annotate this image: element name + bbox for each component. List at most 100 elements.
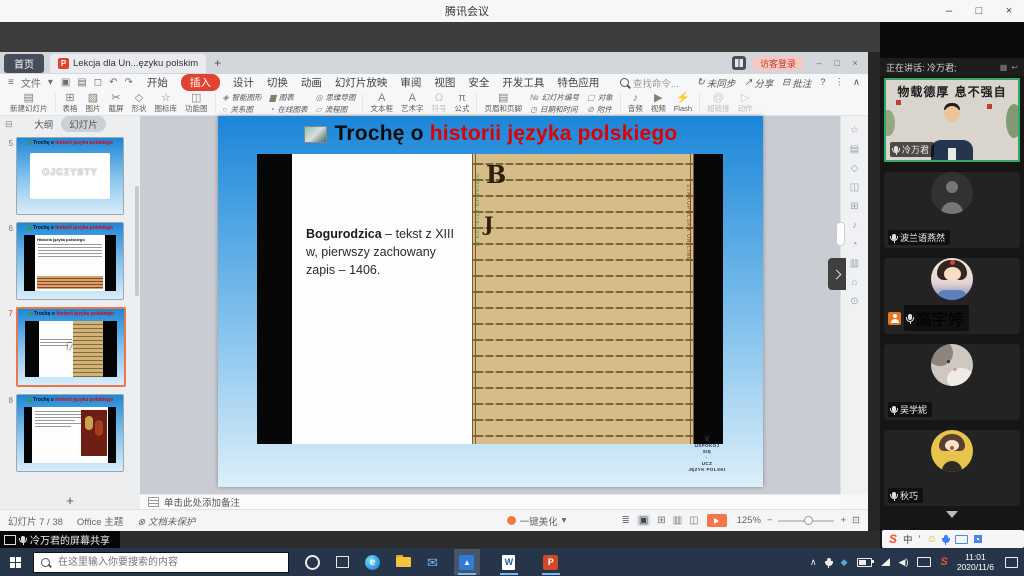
word-app[interactable]: W xyxy=(496,549,522,575)
more-participants-arrow[interactable] xyxy=(946,511,958,518)
start-button[interactable] xyxy=(10,557,21,568)
slide-thumbnail-6[interactable]: Trochę o historii języka polskiego Histo… xyxy=(16,222,124,300)
save-icon[interactable]: ▣ xyxy=(61,77,70,88)
smart-art-button[interactable]: ◈智能图形 xyxy=(223,92,262,103)
normal-view-icon[interactable]: ▣ xyxy=(637,515,650,526)
taskbar-search[interactable] xyxy=(33,552,289,573)
zoom-slider[interactable] xyxy=(778,520,834,522)
tab-home[interactable]: 首页 xyxy=(4,54,44,73)
rail-icon-layout[interactable]: ◫ xyxy=(850,183,859,193)
tab-featured[interactable]: 特色应用 xyxy=(557,75,599,90)
table-button[interactable]: ⊞表格 xyxy=(63,93,78,113)
tab-review[interactable]: 审阅 xyxy=(400,75,421,90)
zoom-level[interactable]: 125% xyxy=(737,515,761,526)
battery-icon[interactable] xyxy=(857,558,872,567)
slide-number-button[interactable]: №幻灯片编号 xyxy=(530,92,579,103)
participant-tile[interactable]: 波兰语燕然 xyxy=(884,172,1020,248)
rail-icon-audio[interactable]: ♪ xyxy=(852,221,857,231)
rail-icon-settings[interactable]: ⊙ xyxy=(850,297,858,307)
sorter-view-icon[interactable]: ⊞ xyxy=(657,515,665,526)
icon-library-button[interactable]: ☆图标库 xyxy=(155,93,178,113)
online-chart-button[interactable]: ◔在线图表 xyxy=(270,104,308,115)
header-footer-button[interactable]: ▤页眉和页脚 xyxy=(484,93,522,113)
datetime-button[interactable]: ◷日期和时间 xyxy=(530,104,579,115)
shape-button[interactable]: ◇形状 xyxy=(132,93,147,113)
cortana-icon[interactable] xyxy=(305,555,320,570)
theme-name[interactable]: Office 主题 xyxy=(77,514,123,528)
attachment-button[interactable]: ⊘附件 xyxy=(587,104,613,115)
panel-scrollbar[interactable] xyxy=(135,186,139,296)
mindmap-button[interactable]: ◎思维导图 xyxy=(316,92,356,103)
wps-close-icon[interactable]: × xyxy=(846,52,864,74)
action-center-icon[interactable] xyxy=(1005,557,1018,568)
panel-collapse-icon[interactable]: ⊟ xyxy=(5,119,13,130)
taskbar-clock[interactable]: 11:01 2020/11/6 xyxy=(957,552,994,572)
panel-expand-handle[interactable] xyxy=(828,258,846,290)
picture-button[interactable]: ▨图片 xyxy=(86,93,101,113)
tab-document[interactable]: P Lekcja dla Un...ęzyku polskim xyxy=(50,54,206,73)
emoji-icon[interactable]: ☺ xyxy=(927,534,937,545)
rail-icon-grid[interactable]: ⊞ xyxy=(850,202,858,212)
column-view-icon[interactable]: ▥ xyxy=(673,515,682,526)
zoom-out-icon[interactable]: − xyxy=(767,515,773,526)
new-slide-button[interactable]: ▤ 新建幻灯片 xyxy=(10,93,48,113)
zoom-in-icon[interactable]: + xyxy=(840,515,846,526)
formula-button[interactable]: π公式 xyxy=(454,93,469,113)
comment-button[interactable]: ⊟ 批注 xyxy=(782,76,811,90)
beautify-button[interactable]: 一键美化 ▾ xyxy=(507,514,567,528)
notes-bar[interactable]: 单击此处添加备注 xyxy=(140,494,840,509)
new-tab-button[interactable]: + xyxy=(214,56,221,70)
task-view-icon[interactable] xyxy=(336,556,349,568)
find-command-box[interactable]: 查找命令... xyxy=(620,76,679,90)
soft-keyboard-icon[interactable] xyxy=(955,535,968,544)
mail-icon[interactable]: ✉ xyxy=(427,556,438,569)
share-button[interactable]: ↗ 分享 xyxy=(744,76,773,90)
minimize-icon[interactable]: – xyxy=(934,0,964,22)
function-chart-button[interactable]: ◫功能图 xyxy=(185,93,208,113)
tab-devtools[interactable]: 开发工具 xyxy=(502,75,544,90)
security-shield-icon[interactable]: ◆ xyxy=(841,557,848,568)
tab-security[interactable]: 安全 xyxy=(468,75,489,90)
tab-insert[interactable]: 插入 xyxy=(181,74,220,91)
search-input[interactable] xyxy=(56,556,281,569)
chart-button[interactable]: ▆图表 xyxy=(270,92,308,103)
participant-tile[interactable]: 秋巧 xyxy=(884,430,1020,506)
speaker-video-tile[interactable]: 物载德厚 息不强自 冷万君 xyxy=(884,78,1020,162)
display-icon[interactable] xyxy=(917,557,931,567)
slideshow-play-button[interactable] xyxy=(707,514,727,527)
flash-button[interactable]: ⚡Flash xyxy=(674,93,692,113)
add-slide-button[interactable]: + xyxy=(0,493,140,508)
ime-mode-toggle[interactable]: 中 xyxy=(903,532,913,546)
rail-collapse-handle[interactable] xyxy=(836,222,845,246)
guest-login-pill[interactable]: 访客登录 xyxy=(752,56,804,71)
rail-icon-star[interactable]: ☆ xyxy=(850,126,859,136)
tab-view[interactable]: 视图 xyxy=(434,75,455,90)
slide-thumbnail-8[interactable]: Trochę o historii języka polskiego xyxy=(16,394,124,472)
flowchart-button[interactable]: ▱流程图 xyxy=(316,104,356,115)
screenshot-button[interactable]: ✂截屏 xyxy=(109,93,124,113)
sync-status[interactable]: ↻ 未同步 xyxy=(697,76,735,90)
relation-chart-button[interactable]: ○关系图 xyxy=(223,104,262,115)
object-button[interactable]: ▢对象 xyxy=(587,92,613,103)
rail-icon-notes[interactable]: ▤ xyxy=(850,145,859,155)
wps-app-active[interactable]: ▲ xyxy=(454,549,480,575)
tab-outline[interactable]: 大纲 xyxy=(34,117,53,131)
participant-tile[interactable]: 吴学妮 xyxy=(884,344,1020,420)
tab-start[interactable]: 开始 xyxy=(147,75,168,90)
fit-screen-icon[interactable]: ⊡ xyxy=(852,515,860,526)
sogou-logo-icon[interactable]: S xyxy=(889,532,897,546)
rail-icon-columns[interactable]: ▥ xyxy=(850,259,859,269)
tab-transition[interactable]: 切换 xyxy=(267,75,288,90)
toolbox-icon[interactable] xyxy=(974,535,982,543)
notes-toggle-icon[interactable]: ≣ xyxy=(621,515,629,526)
current-slide[interactable]: Trochę o historii języka polskiego Bogur… xyxy=(218,116,763,487)
powerpoint-app[interactable]: P xyxy=(538,549,564,575)
network-icon[interactable] xyxy=(881,558,890,566)
back-icon[interactable]: ↩ xyxy=(1011,63,1018,72)
layout-icon[interactable]: ▦ xyxy=(1000,63,1008,72)
collapse-ribbon-icon[interactable]: ∧ xyxy=(853,77,860,88)
tab-slideshow[interactable]: 幻灯片放映 xyxy=(335,75,388,90)
tab-design[interactable]: 设计 xyxy=(233,75,254,90)
wps-maximize-icon[interactable]: □ xyxy=(828,52,846,74)
rail-icon-home[interactable]: ⌂ xyxy=(851,278,857,288)
